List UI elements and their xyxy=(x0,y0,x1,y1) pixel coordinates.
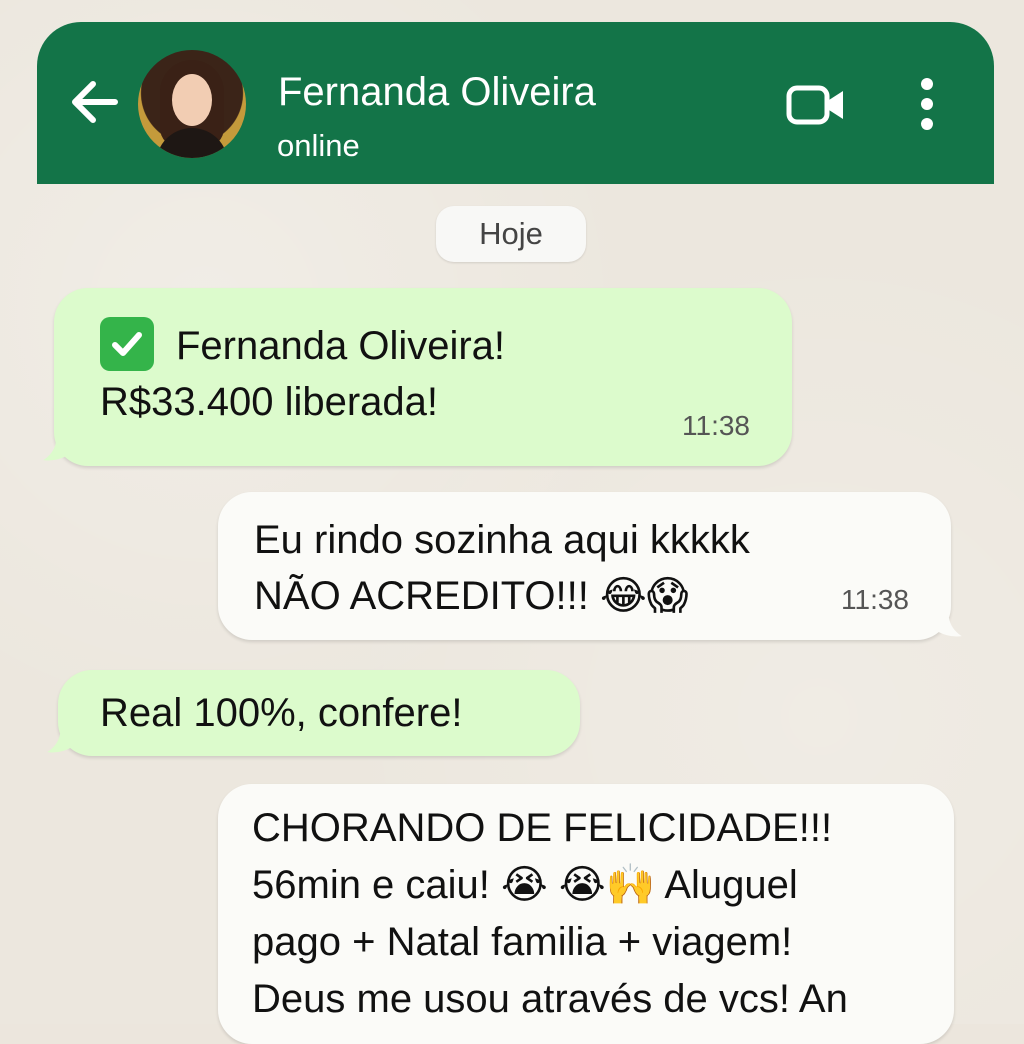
bubble-tail xyxy=(43,442,69,461)
message-outgoing[interactable]: CHORANDO DE FELICIDADE!!! 56min e caiu! … xyxy=(218,784,954,1044)
message-text: R$33.400 liberada! xyxy=(100,380,439,424)
contact-name[interactable]: Fernanda Oliveira xyxy=(278,70,596,115)
arrow-left-icon xyxy=(72,81,118,123)
bubble-tail xyxy=(47,734,73,753)
chat-header: Fernanda Oliveira online xyxy=(37,22,994,184)
contact-avatar[interactable] xyxy=(138,50,246,158)
message-text: CHORANDO DE FELICIDADE!!! xyxy=(252,806,833,850)
message-line: Fernanda Oliveira! xyxy=(100,316,505,376)
check-icon xyxy=(100,317,154,372)
more-options-button[interactable] xyxy=(907,74,947,134)
message-time: 11:38 xyxy=(682,410,750,441)
message-incoming[interactable]: Real 100%, confere! xyxy=(47,670,580,756)
video-call-button[interactable] xyxy=(785,82,849,128)
message-text: Fernanda Oliveira! xyxy=(176,324,506,368)
message-text: Deus me usou através de vcs! An xyxy=(252,977,848,1021)
bubble-tail xyxy=(936,618,962,637)
avatar-face xyxy=(172,74,212,126)
message-text: pago + Natal familia + viagem! xyxy=(252,920,793,964)
message-text: Real 100%, confere! xyxy=(100,691,463,735)
more-vertical-icon xyxy=(921,78,933,130)
message-incoming[interactable]: Fernanda Oliveira! R$33.400 liberada! 11… xyxy=(43,288,792,466)
back-button[interactable] xyxy=(67,74,123,130)
date-separator: Hoje xyxy=(436,206,586,262)
message-text: NÃO ACREDITO!!! 😂😱 xyxy=(254,574,689,618)
contact-status: online xyxy=(277,128,360,163)
message-time: 11:38 xyxy=(841,584,909,615)
message-text: 56min e caiu! 😭 😭🙌 Aluguel xyxy=(252,863,798,907)
message-outgoing[interactable]: Eu rindo sozinha aqui kkkkk NÃO ACREDITO… xyxy=(218,492,962,640)
video-call-icon xyxy=(786,85,843,125)
message-text: Eu rindo sozinha aqui kkkkk xyxy=(254,518,750,562)
